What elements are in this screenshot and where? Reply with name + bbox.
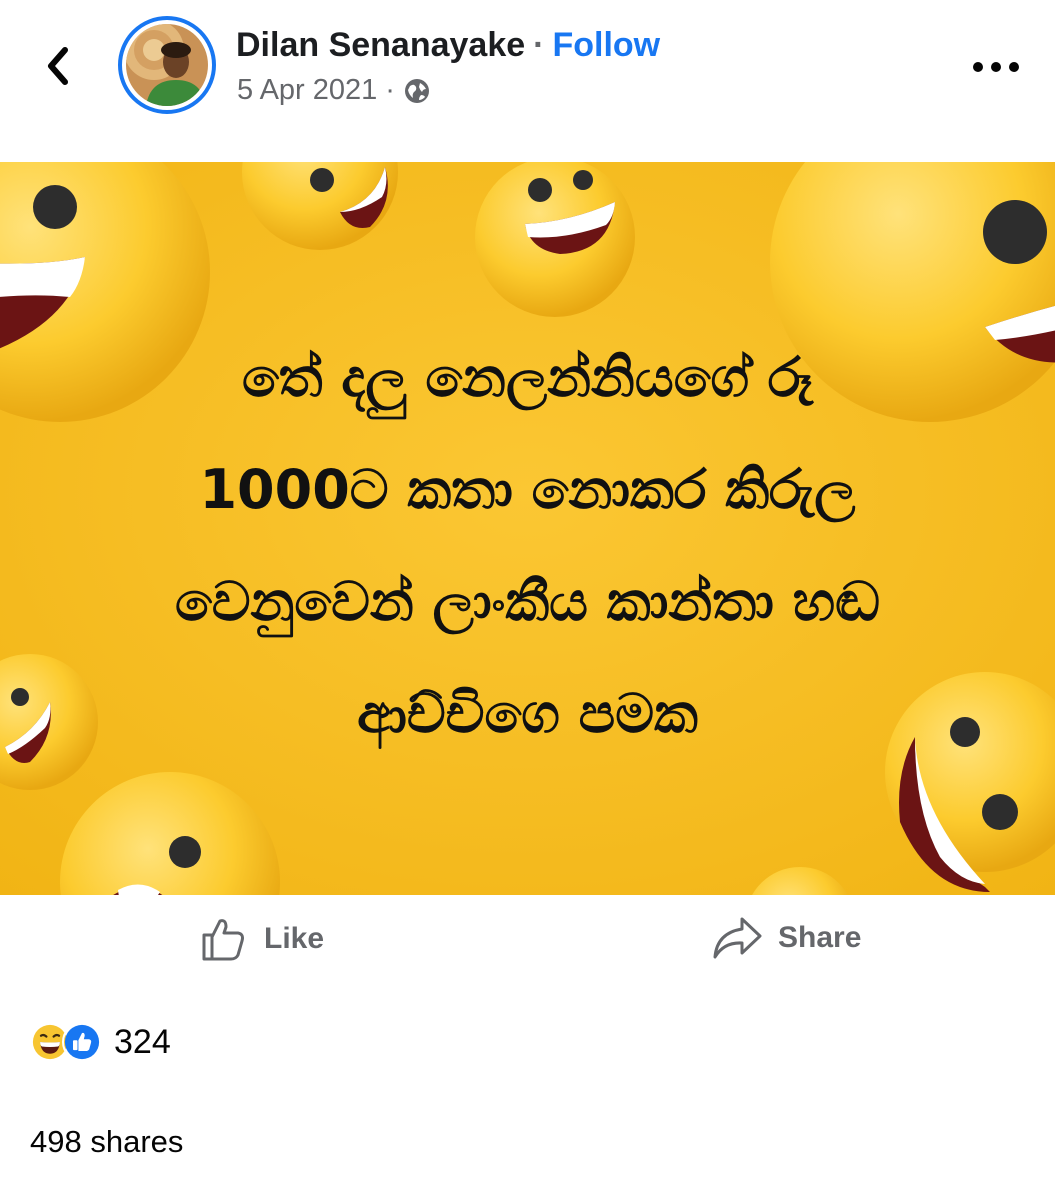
post-text-line-3: වෙනුවෙන් ලාංකීය කාන්තා හඬ — [174, 570, 881, 633]
share-label: Share — [778, 921, 862, 954]
chevron-left-icon — [48, 47, 68, 85]
follow-button[interactable]: Follow — [552, 26, 660, 65]
post-text-line-1: තේ දලු නෙලන්නියගේ රූ — [241, 346, 814, 409]
like-label: Like — [264, 922, 325, 955]
like-reaction-icon — [62, 1022, 102, 1062]
author-line: Dilan Senanayake · Follow — [236, 26, 660, 65]
post-date[interactable]: 5 Apr 2021 — [237, 74, 377, 107]
reaction-summary[interactable]: 324 — [30, 1022, 171, 1062]
author-avatar[interactable] — [118, 16, 216, 114]
separator-dot: · — [533, 26, 545, 64]
post-image[interactable]: තේ දලු නෙලන්නියගේ රූ 1000ට කතා නොකර කිරු… — [0, 162, 1055, 895]
post-header: Dilan Senanayake · Follow 5 Apr 2021 · — [0, 0, 1055, 162]
share-button[interactable]: Share — [712, 915, 861, 961]
more-horizontal-icon — [973, 62, 1019, 72]
shares-count[interactable]: 498 shares — [30, 1124, 183, 1160]
post-image-text: තේ දලු නෙලන්නියගේ රූ 1000ට කතා නොකර කිරු… — [0, 322, 1055, 770]
post-text-line-2: 1000ට කතා නොකර කිරුල — [199, 458, 856, 521]
thumbs-up-icon — [202, 919, 244, 961]
meta-separator: · — [385, 74, 395, 106]
reaction-count: 324 — [114, 1022, 171, 1061]
share-arrow-icon — [713, 917, 762, 959]
post-text-line-4: ආච්චිගෙ පමක — [357, 682, 698, 745]
globe-icon — [404, 78, 429, 103]
post-actions-bar: Like Share — [0, 895, 1055, 995]
more-options-button[interactable] — [968, 50, 1024, 84]
avatar — [126, 24, 208, 106]
author-name[interactable]: Dilan Senanayake — [236, 26, 525, 65]
back-button[interactable] — [38, 44, 78, 88]
post-meta: 5 Apr 2021 · — [237, 74, 431, 107]
like-button[interactable]: Like — [200, 915, 324, 963]
